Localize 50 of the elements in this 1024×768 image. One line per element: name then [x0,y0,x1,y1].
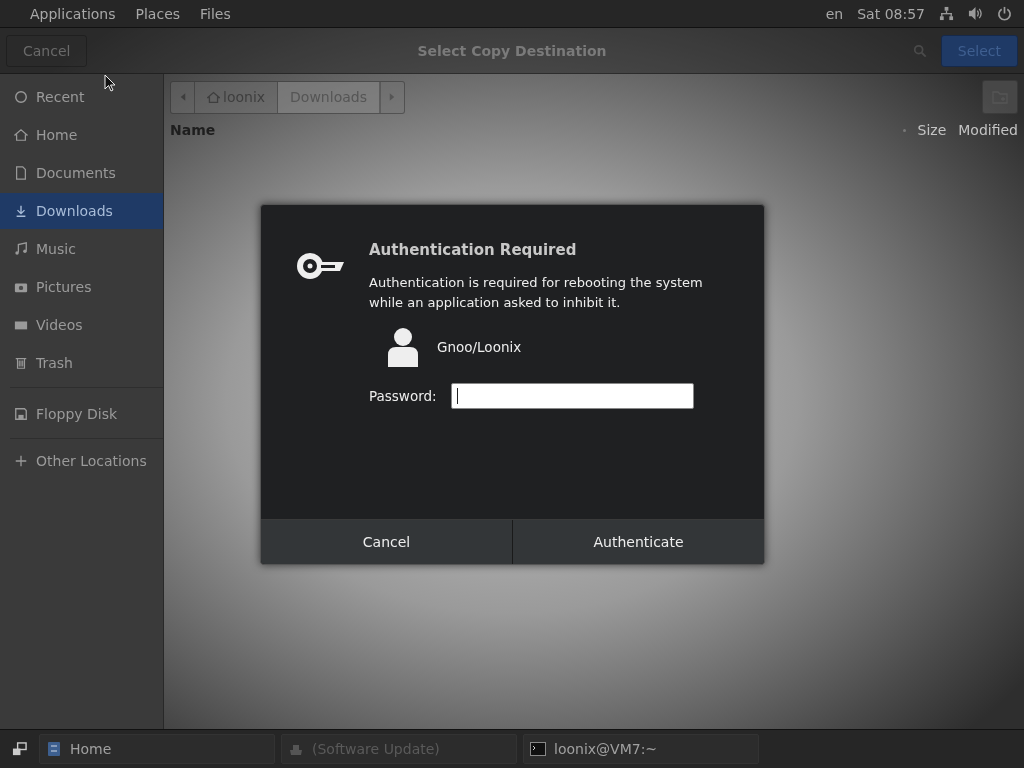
place-icon [14,166,28,180]
sidebar-item[interactable]: Recent [0,79,163,115]
key-icon [297,251,345,281]
dialog-message: Authentication is required for rebooting the system while an application asked to inhibit it. [369,274,704,312]
right-arrow-icon [389,93,396,101]
place-icon [14,407,28,421]
window-title: Select Copy Destination [417,42,607,59]
sidebar-item[interactable]: Home [0,117,163,153]
place-icon [14,242,28,256]
place-icon [14,90,28,104]
top-menu[interactable]: Places [135,5,181,22]
mouse-pointer-icon [104,74,116,92]
password-field[interactable] [450,383,694,409]
dialog-title: Authentication Required [369,241,578,259]
column-header[interactable]: Name [170,122,216,138]
terminal-icon [530,741,546,757]
taskbar-item[interactable]: Home [39,734,275,764]
top-menu[interactable]: Applications [30,5,116,22]
top-menu[interactable]: Files [200,5,231,22]
left-arrow-icon [179,93,186,101]
sidebar-item[interactable]: Other Locations [0,443,163,479]
place-icon [14,356,28,370]
column-header[interactable]: Modified [958,122,1018,138]
place-icon [14,128,28,142]
user-name: Gnoo/Loonix [437,339,522,355]
home-icon [207,90,220,104]
volume-icon[interactable] [968,6,983,21]
dialog-button[interactable]: Cancel [261,520,513,564]
sort-indicator-icon [902,128,906,132]
keyboard-layout[interactable]: en [825,5,844,22]
place-icon [14,204,28,218]
user-icon [387,327,419,367]
column-header[interactable]: Size [917,122,947,138]
sidebar-item[interactable]: Pictures [0,269,163,305]
cancel-button[interactable]: Cancel [6,34,88,67]
sidebar-item[interactable]: Floppy Disk [0,396,163,432]
taskbar-item[interactable]: loonix@VM7:~ [523,734,759,764]
sidebar-item[interactable]: Downloads [0,193,163,229]
power-icon[interactable] [997,6,1012,21]
place-icon [14,454,28,468]
password-label: Password: [369,388,437,404]
network-icon[interactable] [939,6,954,21]
clock[interactable]: Sat 08:57 [857,5,925,22]
sidebar-item[interactable]: Videos [0,307,163,343]
sidebar-item[interactable]: Music [0,231,163,267]
sidebar-item[interactable]: Trash [0,345,163,381]
dialog-button[interactable]: Authenticate [513,520,764,564]
file-cabinet-icon [46,741,62,757]
window-list-icon[interactable] [12,741,27,757]
sidebar-item[interactable]: Documents [0,155,163,191]
